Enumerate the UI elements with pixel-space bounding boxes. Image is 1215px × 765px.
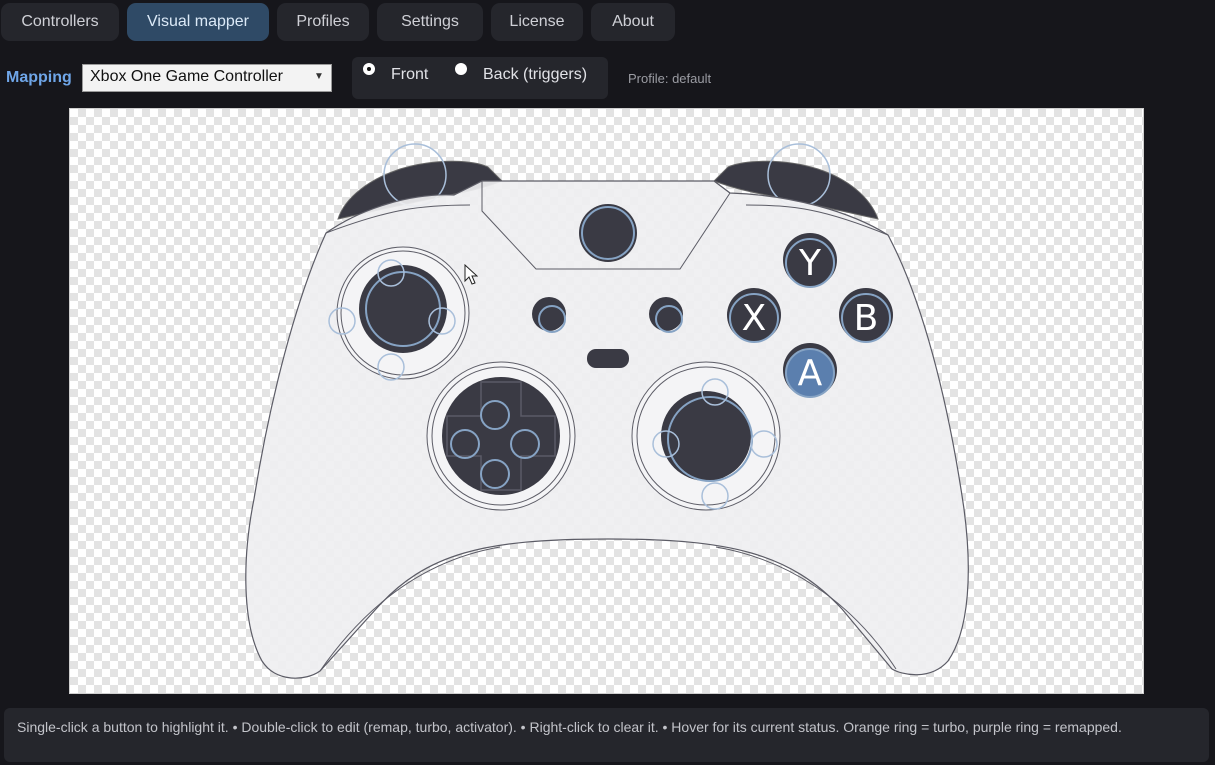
view-button[interactable] (532, 297, 566, 331)
profile-status: Profile: default (628, 71, 712, 86)
radio-checked-icon (363, 63, 375, 75)
mapping-selected-value: Xbox One Game Controller (90, 68, 283, 85)
face-button-y[interactable]: Y (783, 233, 837, 288)
tab-about[interactable]: About (591, 3, 675, 41)
radio-back-label: Back (triggers) (483, 66, 588, 83)
radio-front[interactable]: Front (363, 63, 429, 84)
radio-back-triggers[interactable]: Back (triggers) (455, 63, 588, 84)
controller-diagram: Y X B A (245, 143, 969, 679)
radio-unchecked-icon (455, 63, 467, 75)
tab-bar: Controllers Visual mapper Profiles Setti… (0, 0, 675, 47)
face-button-y-label: Y (798, 243, 822, 284)
face-button-x[interactable]: X (727, 288, 781, 343)
menu-button[interactable] (649, 297, 683, 331)
share-button[interactable] (587, 349, 629, 368)
mouse-pointer-icon (464, 264, 478, 285)
face-button-x-label: X (742, 298, 767, 339)
guide-button[interactable] (579, 204, 637, 262)
face-button-b-label: B (854, 298, 879, 339)
hint-text: Single-click a button to highlight it. •… (17, 719, 1122, 735)
face-button-a[interactable]: A (783, 343, 837, 398)
tab-controllers[interactable]: Controllers (1, 3, 119, 41)
face-button-a-label: A (798, 353, 823, 394)
tab-settings[interactable]: Settings (377, 3, 483, 41)
radio-front-label: Front (391, 66, 429, 83)
right-stick[interactable] (661, 391, 751, 481)
chevron-down-icon: ▼ (314, 71, 324, 82)
tab-visual-mapper[interactable]: Visual mapper (127, 3, 269, 41)
mapping-label: Mapping (6, 69, 72, 86)
controller-canvas: Y X B A (69, 108, 1144, 694)
side-selector: Front Back (triggers) (352, 57, 608, 99)
hint-bar: Single-click a button to highlight it. •… (4, 708, 1209, 762)
tab-profiles[interactable]: Profiles (277, 3, 369, 41)
mapping-select[interactable]: Xbox One Game Controller ▼ (82, 64, 332, 92)
tab-license[interactable]: License (491, 3, 583, 41)
face-button-b[interactable]: B (839, 288, 893, 343)
